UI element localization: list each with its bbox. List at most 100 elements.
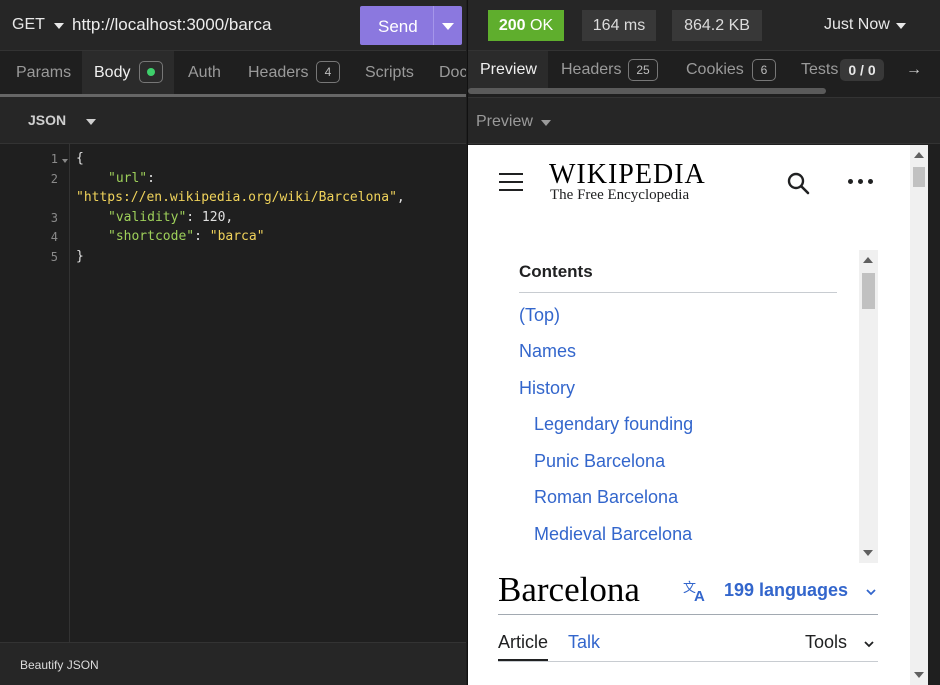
preview-scroll-thumb[interactable] bbox=[913, 167, 925, 187]
tab-article[interactable]: Article bbox=[498, 632, 548, 653]
toc-scroll-thumb[interactable] bbox=[862, 273, 875, 309]
toc-title: Contents bbox=[519, 262, 593, 281]
more-options-icon[interactable] bbox=[848, 179, 874, 185]
tabs-divider bbox=[498, 661, 878, 662]
code-punct: : bbox=[194, 229, 210, 244]
languages-button[interactable]: 199 languages bbox=[724, 580, 848, 601]
response-time: 164 ms bbox=[582, 10, 656, 41]
tab-scripts[interactable]: Scripts bbox=[365, 64, 414, 82]
line-number: 4 bbox=[50, 230, 58, 244]
code-line: "url": bbox=[108, 171, 155, 186]
url-bar: GET http://localhost:3000/barca Send bbox=[0, 0, 466, 51]
title-divider bbox=[498, 614, 878, 615]
fold-caret-icon[interactable] bbox=[62, 159, 68, 163]
status-text: OK bbox=[530, 17, 554, 34]
code-string: "barca" bbox=[209, 229, 265, 244]
preview-mode-caret-icon[interactable] bbox=[541, 120, 551, 126]
scroll-down-icon[interactable] bbox=[863, 550, 873, 556]
preview-mode-bar: Preview bbox=[468, 97, 940, 144]
code-line: "https://en.wikipedia.org/wiki/Barcelona… bbox=[76, 190, 405, 205]
language-icon[interactable]: 文 A bbox=[682, 579, 710, 603]
send-button[interactable]: Send bbox=[360, 6, 462, 45]
chevron-down-icon[interactable] bbox=[864, 639, 874, 649]
tab-body[interactable]: Body bbox=[94, 64, 130, 82]
table-of-contents: Contents (Top) Names History Legendary f… bbox=[505, 250, 878, 563]
method-caret-icon[interactable] bbox=[54, 23, 64, 29]
editor-gutter: 1 2 3 4 5 bbox=[0, 144, 70, 642]
toc-item-medieval-barcelona[interactable]: Medieval Barcelona bbox=[534, 524, 692, 545]
code-key: "validity" bbox=[108, 210, 187, 225]
body-format-bar: JSON bbox=[0, 97, 466, 144]
url-input[interactable]: http://localhost:3000/barca bbox=[72, 15, 271, 35]
toc-item-top[interactable]: (Top) bbox=[519, 305, 560, 326]
code-line: { bbox=[76, 151, 84, 166]
code-key: "url" bbox=[108, 171, 148, 186]
headers-count-badge: 4 bbox=[316, 61, 340, 83]
response-headers-count-badge: 25 bbox=[628, 59, 658, 81]
tab-talk[interactable]: Talk bbox=[568, 632, 600, 653]
body-format-caret-icon[interactable] bbox=[86, 119, 96, 125]
scroll-up-icon[interactable] bbox=[863, 257, 873, 263]
editor-footer: Beautify JSON bbox=[0, 642, 466, 685]
wikipedia-tagline: The Free Encyclopedia bbox=[550, 187, 690, 203]
code-punct: } bbox=[76, 249, 84, 264]
line-number: 1 bbox=[50, 152, 58, 166]
history-select[interactable]: Just Now bbox=[824, 16, 890, 34]
code-punct: : 120, bbox=[186, 210, 234, 225]
response-size: 864.2 KB bbox=[672, 10, 762, 41]
toc-item-punic-barcelona[interactable]: Punic Barcelona bbox=[534, 451, 665, 472]
article-title: Barcelona bbox=[498, 570, 640, 609]
send-options-caret-icon[interactable] bbox=[442, 23, 454, 30]
code-key: "shortcode" bbox=[108, 229, 195, 244]
tab-tests[interactable]: Tests bbox=[801, 61, 838, 79]
scroll-down-icon[interactable] bbox=[914, 672, 924, 678]
preview-mode-select[interactable]: Preview bbox=[476, 113, 533, 131]
more-tabs-arrow-icon[interactable]: → bbox=[906, 61, 922, 79]
tests-count-badge: 0 / 0 bbox=[840, 59, 884, 81]
response-status-bar: 200 OK 164 ms 864.2 KB Just Now bbox=[468, 0, 940, 51]
code-punct: : bbox=[147, 171, 155, 186]
code-line: "shortcode": "barca" bbox=[108, 229, 265, 244]
request-tabs: Params Body Auth Headers 4 Scripts Doc bbox=[0, 51, 466, 97]
pane-edge bbox=[928, 145, 940, 685]
body-format-select[interactable]: JSON bbox=[28, 112, 66, 128]
method-select[interactable]: GET bbox=[12, 16, 45, 34]
hamburger-menu-icon[interactable] bbox=[499, 173, 523, 191]
code-string: "https://en.wikipedia.org/wiki/Barcelona… bbox=[76, 190, 397, 205]
body-active-dot-icon bbox=[139, 61, 163, 83]
status-code: 200 bbox=[498, 17, 526, 34]
toc-item-legendary-founding[interactable]: Legendary founding bbox=[534, 414, 693, 435]
response-tabs-scrollbar[interactable] bbox=[468, 88, 826, 94]
json-editor[interactable]: 1 2 3 4 5 { "url": "https://en.wikipedia… bbox=[0, 144, 466, 642]
beautify-json-button[interactable]: Beautify JSON bbox=[20, 658, 99, 672]
response-pane: 200 OK 164 ms 864.2 KB Just Now Preview … bbox=[467, 0, 940, 685]
history-caret-icon[interactable] bbox=[896, 23, 906, 29]
code-punct: { bbox=[76, 151, 84, 166]
preview-scrollbar[interactable] bbox=[910, 145, 928, 685]
toc-scrollbar[interactable] bbox=[859, 250, 878, 563]
tab-response-headers[interactable]: Headers bbox=[561, 61, 621, 79]
toc-item-names[interactable]: Names bbox=[519, 341, 576, 362]
tab-preview[interactable]: Preview bbox=[480, 61, 537, 79]
tools-menu[interactable]: Tools bbox=[805, 632, 847, 653]
tab-cookies[interactable]: Cookies bbox=[686, 61, 744, 79]
send-label: Send bbox=[378, 17, 418, 36]
line-number: 3 bbox=[50, 211, 58, 225]
toc-item-history[interactable]: History bbox=[519, 378, 575, 399]
line-number: 2 bbox=[50, 172, 58, 186]
scroll-up-icon[interactable] bbox=[914, 152, 924, 158]
send-divider bbox=[433, 6, 434, 45]
request-pane: GET http://localhost:3000/barca Send Par… bbox=[0, 0, 466, 685]
tab-headers[interactable]: Headers bbox=[248, 64, 308, 82]
response-tabs: Preview Headers 25 Cookies 6 Tests 0 / 0… bbox=[468, 51, 940, 97]
search-icon[interactable] bbox=[786, 171, 810, 195]
toc-divider bbox=[519, 292, 837, 293]
code-punct: , bbox=[396, 190, 405, 205]
status-badge: 200 OK bbox=[488, 10, 564, 41]
code-line: "validity": 120, bbox=[108, 210, 233, 225]
chevron-down-icon[interactable] bbox=[866, 587, 876, 597]
toc-item-roman-barcelona[interactable]: Roman Barcelona bbox=[534, 487, 678, 508]
tab-auth[interactable]: Auth bbox=[188, 64, 221, 82]
tab-params[interactable]: Params bbox=[16, 64, 71, 82]
tab-docs[interactable]: Doc bbox=[439, 64, 466, 82]
